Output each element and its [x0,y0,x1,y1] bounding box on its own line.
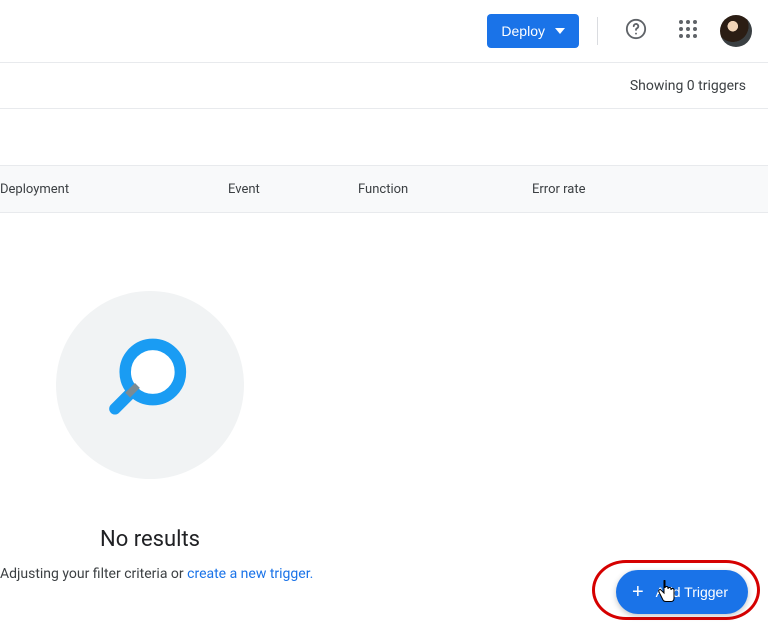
status-text: Showing 0 triggers [630,78,746,94]
col-deployment: Deployment [0,182,75,197]
status-strip: Showing 0 triggers [0,63,768,109]
deploy-label: Deploy [501,23,545,39]
plus-icon: + [632,582,644,602]
avatar[interactable] [720,15,752,47]
empty-subtitle: Adjusting your filter criteria or create… [0,566,300,582]
col-error-rate: Error rate [524,182,644,197]
col-function: Function [350,182,470,197]
spacer [0,109,768,165]
empty-title: No results [0,527,300,552]
add-trigger-button[interactable]: + Add Trigger [616,570,748,614]
table-header: Deployment Event Function Error rate [0,165,768,213]
help-icon [625,18,647,44]
vertical-divider [597,17,598,45]
apps-grid-icon [679,20,697,42]
apps-button[interactable] [668,11,708,51]
empty-state: No results Adjusting your filter criteri… [0,291,300,582]
search-icon [93,326,208,445]
help-button[interactable] [616,11,656,51]
fab-container: + Add Trigger [616,570,748,614]
empty-illustration [56,291,244,479]
col-event: Event [220,182,340,197]
deploy-button[interactable]: Deploy [487,14,579,48]
create-trigger-link[interactable]: create a new trigger. [187,566,313,582]
top-bar: Deploy [0,0,768,63]
chevron-down-icon [555,28,565,34]
empty-sub-prefix: Adjusting your filter criteria or [0,566,187,582]
add-trigger-label: Add Trigger [656,584,728,600]
